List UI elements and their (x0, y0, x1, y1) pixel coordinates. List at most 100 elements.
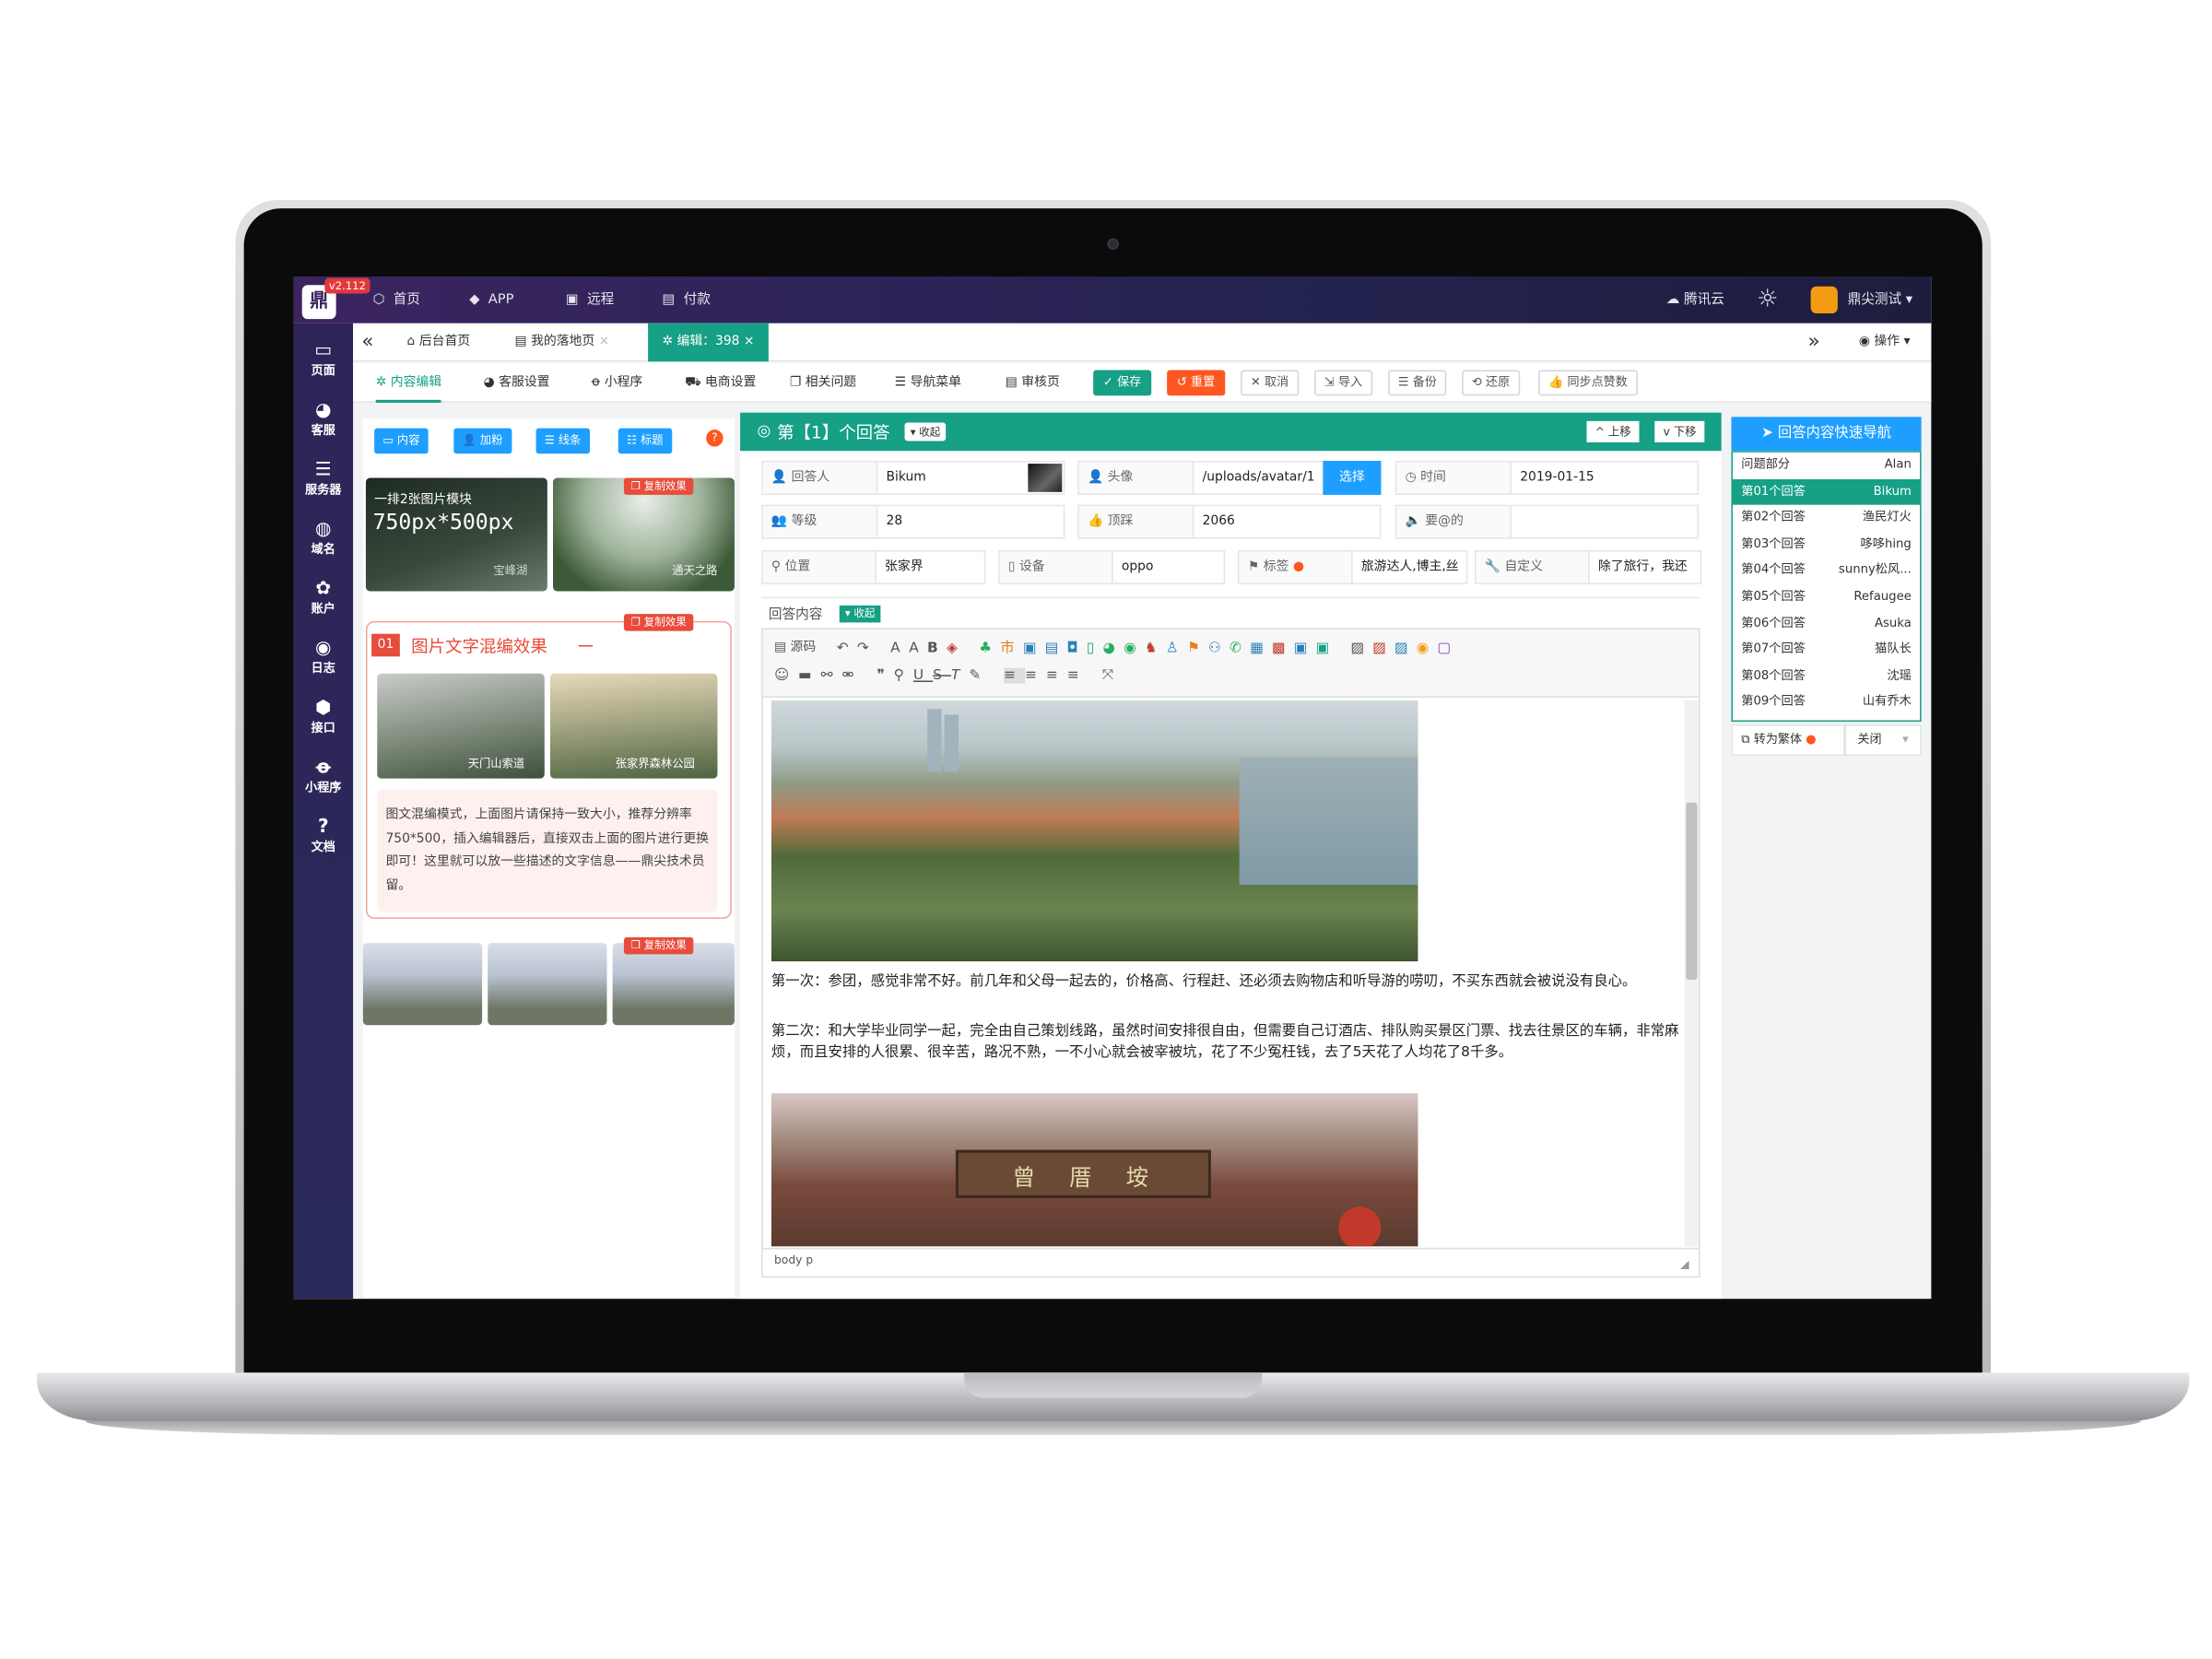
content-module-button[interactable]: ▭ 内容 (374, 428, 429, 454)
select-avatar-button[interactable]: 选择 (1323, 460, 1382, 495)
tab-service-settings[interactable]: ◕ 客服设置 (484, 363, 550, 403)
sidebar-item-domain[interactable]: ◍ 域名 (293, 519, 353, 558)
flag-icon[interactable]: ⚑ (1187, 641, 1208, 656)
copy-effect-tag-2[interactable]: ❐ 复制效果 (623, 614, 694, 631)
copy-effect-tag-3[interactable]: ❐ 复制效果 (623, 936, 694, 955)
gallery-icon[interactable]: ▣ (1294, 641, 1316, 656)
quick-nav-row[interactable]: 第03个回答 哆哆hing (1733, 532, 1920, 559)
image-icon[interactable]: ▣ (1023, 641, 1045, 656)
device-field[interactable]: ▯ 设备 oppo (998, 549, 1226, 584)
widget-icon[interactable]: ▢ (1437, 641, 1459, 656)
nav-home[interactable]: ⬡ 首页 (373, 276, 420, 324)
backup-button[interactable]: ☰ 备份 (1388, 370, 1447, 396)
sidebar-item-log[interactable]: ◉ 日志 (293, 638, 353, 677)
smile-icon[interactable]: ☺ (774, 668, 798, 684)
avatar[interactable] (1810, 286, 1838, 313)
close-select[interactable]: 关闭 ▾ (1844, 724, 1922, 756)
mention-field[interactable]: 🔈 要@的 (1394, 504, 1700, 539)
sidebar-item-server[interactable]: ☰ 服务器 (293, 459, 353, 498)
cancel-button[interactable]: ✕ 取消 (1241, 370, 1299, 396)
restore-button[interactable]: ⟲ 还原 (1462, 370, 1520, 396)
answerer-field[interactable]: 👤 回答人 Bikum (761, 460, 1065, 495)
strike-icon[interactable]: S (933, 668, 951, 684)
reset-button[interactable]: ↺ 重置 (1167, 370, 1225, 396)
tab-nav-menu[interactable]: ☰ 导航菜单 (895, 363, 961, 403)
tab-home[interactable]: ⌂ 后台首页 (407, 324, 471, 362)
redo-icon[interactable]: ↷ (857, 641, 877, 656)
quick-nav-row[interactable]: 第09个回答 山有乔木 (1733, 689, 1920, 716)
picture-edit-icon[interactable]: ▨ (1394, 641, 1417, 656)
quote-icon[interactable]: ❞ (877, 668, 893, 684)
convert-traditional-button[interactable]: ⧉ 转为繁体 ● (1731, 724, 1845, 756)
link-icon[interactable]: ⚯ (821, 668, 842, 684)
picture-remove-icon[interactable]: ▨ (1372, 641, 1394, 656)
quick-nav-row[interactable]: 第02个回答 渔民灯火 (1733, 505, 1920, 532)
nav-payment[interactable]: ▤ 付款 (662, 276, 710, 324)
call-icon[interactable]: ✆ (1230, 641, 1250, 656)
market-icon[interactable]: 市 (1000, 641, 1023, 656)
table-icon[interactable]: ▤ (1045, 641, 1067, 656)
import-button[interactable]: ⇲ 导入 (1314, 370, 1372, 396)
ops-menu[interactable]: ◉ 操作 ▾ (1859, 324, 1911, 362)
tab-mini-program[interactable]: ꝋ 小程序 (592, 363, 643, 403)
justify-icon[interactable]: ≡ (1067, 668, 1088, 684)
top-field[interactable]: 👍 顶踩 2066 (1077, 504, 1382, 539)
underline-icon[interactable]: U (913, 668, 933, 684)
align-right-icon[interactable]: ≡ (1046, 668, 1067, 684)
sidebar-item-docs[interactable]: ? 文档 (293, 817, 353, 855)
quick-nav-row[interactable]: 第06个回答 Asuka (1733, 610, 1920, 637)
module3-image-3[interactable] (612, 943, 735, 1026)
person-icon[interactable]: ♙ (1166, 641, 1187, 656)
quick-nav-row[interactable]: 第08个回答 沈瑶 (1733, 664, 1920, 690)
module3-image-1[interactable] (362, 943, 483, 1026)
custom-field[interactable]: 🔧 自定义 除了旅行，我还 (1474, 549, 1702, 584)
html-icon[interactable]: ◈ (947, 641, 966, 656)
wechat-icon[interactable]: ◕ (1103, 641, 1124, 656)
move-down-button[interactable]: v 下移 (1654, 420, 1705, 442)
brush-icon[interactable]: ✎ (969, 668, 990, 684)
video-icon[interactable]: ◘ (1066, 641, 1086, 656)
content-photo-gate[interactable]: 曾厝垵 (771, 1093, 1418, 1247)
nav-remote[interactable]: ▣ 远程 (566, 276, 614, 324)
link-icon[interactable]: ⚇ (1208, 641, 1230, 656)
quick-nav-row[interactable]: 第01个回答 Bikum (1732, 478, 1921, 505)
content-photo-coast[interactable] (771, 700, 1418, 962)
penguin-icon[interactable]: ♞ (1145, 641, 1166, 656)
sidebar-item-mini[interactable]: ꝋ 小程序 (293, 758, 353, 796)
editor-toolbar-row2[interactable]: ☺▬⚯⚮ ❞⚲UST✎ ≡≡≡≡ ⤧ (774, 667, 1123, 684)
tab-edit[interactable]: ✲ 编辑：398 × (648, 323, 769, 362)
source-button[interactable]: ▤ 源码 (774, 637, 816, 654)
tab-ecommerce[interactable]: ⛟ 电商设置 (685, 363, 756, 403)
move-up-button[interactable]: ^ 上移 (1586, 420, 1640, 442)
nav-app[interactable]: ◆ APP (469, 276, 513, 324)
tab-related[interactable]: ❐ 相关问题 (790, 363, 856, 403)
quick-nav-row[interactable]: 第07个回答 猫队长 (1733, 637, 1920, 664)
add-fans-button[interactable]: 👤 加粉 (453, 428, 512, 454)
tabs-back-icon[interactable]: « (361, 324, 373, 362)
editor-toolbar-row1[interactable]: ↶↷ AAB◈ ♣市▣▤◘▯◕◉♞♙⚑⚇✆▦▩▣▣ ▨▨▨◉▢ (837, 635, 1459, 656)
align-left-icon[interactable]: ≡ (1004, 667, 1026, 684)
clear-format-icon[interactable]: T (951, 668, 969, 684)
sidebar-item-page[interactable]: ▭ 页面 (293, 340, 353, 379)
resize-handle-icon[interactable]: ◢ (1680, 1258, 1688, 1271)
sidebar-item-account[interactable]: ✿ 账户 (293, 579, 353, 618)
level-field[interactable]: 👥 等级 28 (761, 504, 1065, 539)
tabs-forward-icon[interactable]: » (1808, 324, 1820, 362)
sidebar-item-service[interactable]: ◕ 客服 (293, 400, 353, 439)
cloud-link[interactable]: ☁ 腾讯云 (1666, 276, 1724, 324)
answer-paragraph-2[interactable]: 第二次：和大学毕业同学一起，完全由自己策划线路，虽然时间安排很自由，但需要自己订… (771, 1021, 1679, 1064)
module2-image-left[interactable]: 天门山索道 (377, 673, 545, 779)
coin-icon[interactable]: ◉ (1417, 641, 1438, 656)
font-color-icon[interactable]: A (890, 641, 909, 656)
theme-sun-icon[interactable]: ☼ (1757, 276, 1778, 324)
user-menu[interactable]: 鼎尖测试 ▾ (1848, 276, 1913, 324)
phone-icon[interactable]: ▯ (1087, 641, 1103, 656)
scan-icon[interactable]: ▩ (1272, 641, 1294, 656)
module1-image-left[interactable]: 一排2张图片模块 750px*500px 宝峰湖 (365, 477, 547, 592)
picture-icon[interactable]: ▨ (1350, 641, 1372, 656)
help-icon[interactable]: ● (1806, 733, 1816, 747)
align-center-icon[interactable]: ≡ (1025, 668, 1046, 684)
answer-paragraph-1[interactable]: 第一次：参团，感觉非常不好。前几年和父母一起去的，价格高、行程赶、还必须去购物店… (771, 971, 1679, 993)
module3-image-2[interactable] (488, 943, 607, 1026)
fullscreen-icon[interactable]: ⤧ (1102, 668, 1123, 684)
